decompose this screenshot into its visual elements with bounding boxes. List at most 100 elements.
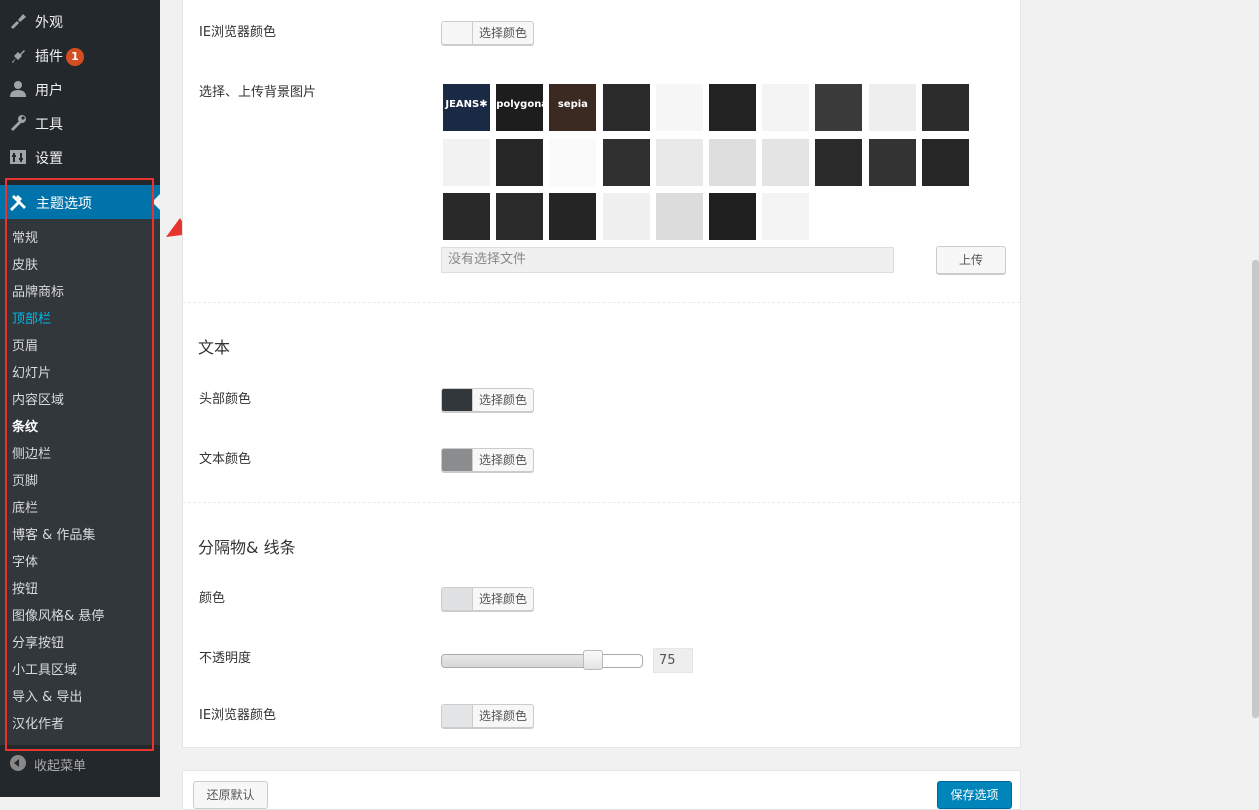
color-swatch bbox=[442, 449, 473, 471]
submenu-item[interactable]: 内容区域 bbox=[12, 391, 64, 411]
color-swatch bbox=[442, 705, 473, 727]
pattern-thumbnail[interactable]: sepia bbox=[549, 84, 597, 131]
pattern-thumbnail[interactable] bbox=[602, 84, 650, 131]
opacity-value-input[interactable]: 75 bbox=[653, 648, 693, 673]
current-menu-pointer bbox=[152, 194, 160, 210]
menu-theme-options[interactable]: 主题选项 bbox=[0, 185, 160, 219]
submenu-item[interactable]: 导入 & 导出 bbox=[12, 688, 82, 708]
pattern-thumbnail[interactable] bbox=[709, 138, 756, 186]
submenu-item[interactable]: 页脚 bbox=[12, 472, 38, 492]
update-count-badge: 1 bbox=[66, 48, 84, 66]
page-scrollbar[interactable] bbox=[1252, 260, 1259, 718]
background-image-label: 选择、上传背景图片 bbox=[199, 85, 317, 100]
ie-color-picker-button[interactable]: 选择颜色 bbox=[441, 21, 534, 45]
pattern-thumbnail[interactable] bbox=[496, 138, 544, 186]
submenu-item[interactable]: 小工具区域 bbox=[12, 661, 77, 681]
upload-button[interactable]: 上传 bbox=[936, 246, 1006, 274]
pattern-thumbnail[interactable] bbox=[655, 193, 703, 240]
menu-label: 主题选项 bbox=[36, 196, 92, 212]
pattern-thumbnail[interactable] bbox=[443, 138, 490, 186]
opacity-slider-fill bbox=[442, 655, 594, 667]
pattern-thumbnail[interactable] bbox=[709, 84, 756, 131]
pattern-thumbnail[interactable] bbox=[762, 193, 810, 240]
menu-tools[interactable]: 工具 bbox=[0, 106, 160, 140]
choose-color-label: 选择颜色 bbox=[478, 453, 527, 467]
pattern-thumbnail[interactable] bbox=[762, 84, 810, 131]
menu-label: 外观 bbox=[35, 15, 63, 31]
user-icon bbox=[9, 81, 27, 97]
submenu-item[interactable]: 皮肤 bbox=[12, 256, 38, 276]
pattern-thumbnail[interactable] bbox=[602, 193, 650, 240]
background-pattern-grid: JEANS✱ polygonal sepia bbox=[443, 84, 983, 244]
section-divider bbox=[183, 302, 1020, 303]
pattern-thumbnail[interactable] bbox=[496, 193, 544, 240]
collapse-menu-button[interactable]: 收起菜单 bbox=[0, 752, 160, 776]
pattern-thumbnail[interactable] bbox=[815, 84, 863, 131]
submenu-item[interactable]: 图像风格& 悬停 bbox=[12, 607, 104, 627]
pattern-thumbnail[interactable] bbox=[762, 138, 810, 186]
menu-label: 设置 bbox=[35, 151, 63, 167]
pattern-label: JEANS✱ bbox=[445, 99, 488, 110]
submenu-item[interactable]: 页眉 bbox=[12, 337, 38, 357]
options-footer-bar: 还原默认 保存选项 bbox=[182, 770, 1021, 810]
admin-sidebar: 外观 插件 1 用户 工具 设置 主题选项 常规皮肤品牌商标顶部栏页眉幻灯片内容区… bbox=[0, 0, 160, 797]
submenu-item[interactable]: 底栏 bbox=[12, 499, 38, 519]
submenu-item[interactable]: 品牌商标 bbox=[12, 283, 64, 303]
pattern-thumbnail[interactable] bbox=[443, 193, 490, 240]
theme-options-submenu: 常规皮肤品牌商标顶部栏页眉幻灯片内容区域条纹侧边栏页脚底栏博客 & 作品集 字体按… bbox=[0, 219, 160, 745]
pattern-thumbnail[interactable] bbox=[549, 138, 597, 186]
opacity-slider-handle[interactable] bbox=[582, 650, 603, 670]
submenu-item[interactable]: 按钮 bbox=[12, 580, 38, 600]
pattern-label: polygonal bbox=[496, 99, 552, 110]
pattern-thumbnail[interactable] bbox=[709, 193, 756, 240]
menu-plugins[interactable]: 插件 1 bbox=[0, 38, 160, 72]
pattern-thumbnail[interactable]: JEANS✱ bbox=[443, 84, 490, 131]
paintbrush-icon bbox=[9, 13, 27, 29]
pattern-thumbnail[interactable] bbox=[602, 138, 650, 186]
pattern-thumbnail[interactable]: polygonal bbox=[496, 84, 552, 131]
menu-label: 用户 bbox=[35, 83, 63, 99]
menu-label: 插件 bbox=[35, 49, 63, 65]
submenu-item[interactable]: 博客 & 作品集 bbox=[12, 526, 95, 546]
submenu-item[interactable]: 侧边栏 bbox=[12, 445, 51, 465]
opacity-slider-track[interactable] bbox=[441, 654, 643, 668]
text-color-picker-button[interactable]: 选择颜色 bbox=[441, 448, 534, 472]
plugin-icon bbox=[9, 47, 27, 63]
choose-color-label: 选择颜色 bbox=[478, 393, 527, 407]
pattern-thumbnail[interactable] bbox=[868, 84, 916, 131]
text-color-label: 文本颜色 bbox=[199, 452, 252, 467]
save-options-button[interactable]: 保存选项 bbox=[937, 781, 1012, 809]
pattern-thumbnail[interactable] bbox=[868, 138, 916, 186]
pattern-thumbnail[interactable] bbox=[921, 84, 969, 131]
ie-color-label: IE浏览器颜色 bbox=[199, 25, 277, 40]
line-color-picker-button[interactable]: 选择颜色 bbox=[441, 587, 534, 611]
text-section-title: 文本 bbox=[198, 338, 231, 357]
menu-settings[interactable]: 设置 bbox=[0, 140, 160, 174]
pattern-thumbnail[interactable] bbox=[655, 138, 703, 186]
menu-appearance[interactable]: 外观 bbox=[0, 4, 160, 38]
color-swatch bbox=[442, 389, 473, 411]
ie-color-label: IE浏览器颜色 bbox=[199, 708, 277, 723]
color-swatch bbox=[442, 22, 473, 44]
heading-color-picker-button[interactable]: 选择颜色 bbox=[441, 388, 534, 412]
divider-section-title: 分隔物& 线条 bbox=[198, 538, 296, 557]
submenu-item[interactable]: 条纹 bbox=[12, 418, 38, 438]
submenu-item[interactable]: 顶部栏 bbox=[12, 310, 51, 330]
submenu-item[interactable]: 幻灯片 bbox=[12, 364, 51, 384]
pattern-thumbnail[interactable] bbox=[815, 138, 863, 186]
options-panel: IE浏览器颜色 选择颜色 选择、上传背景图片 JEANS✱ polygonal se… bbox=[182, 0, 1021, 748]
submenu-item[interactable]: 汉化作者 bbox=[12, 715, 64, 735]
pattern-label: sepia bbox=[557, 99, 588, 110]
reset-defaults-button[interactable]: 还原默认 bbox=[193, 781, 268, 809]
pattern-thumbnail[interactable] bbox=[549, 193, 597, 240]
file-path-input[interactable]: 没有选择文件 bbox=[441, 247, 894, 273]
submenu-item[interactable]: 字体 bbox=[12, 553, 38, 573]
ie-color-picker-button[interactable]: 选择颜色 bbox=[441, 704, 534, 728]
heading-color-label: 头部颜色 bbox=[199, 392, 252, 407]
pattern-thumbnail[interactable] bbox=[655, 84, 703, 131]
submenu-item[interactable]: 分享按钮 bbox=[12, 634, 64, 654]
menu-users[interactable]: 用户 bbox=[0, 72, 160, 106]
line-color-label: 颜色 bbox=[199, 591, 226, 606]
pattern-thumbnail[interactable] bbox=[921, 138, 969, 186]
submenu-item[interactable]: 常规 bbox=[12, 229, 38, 249]
